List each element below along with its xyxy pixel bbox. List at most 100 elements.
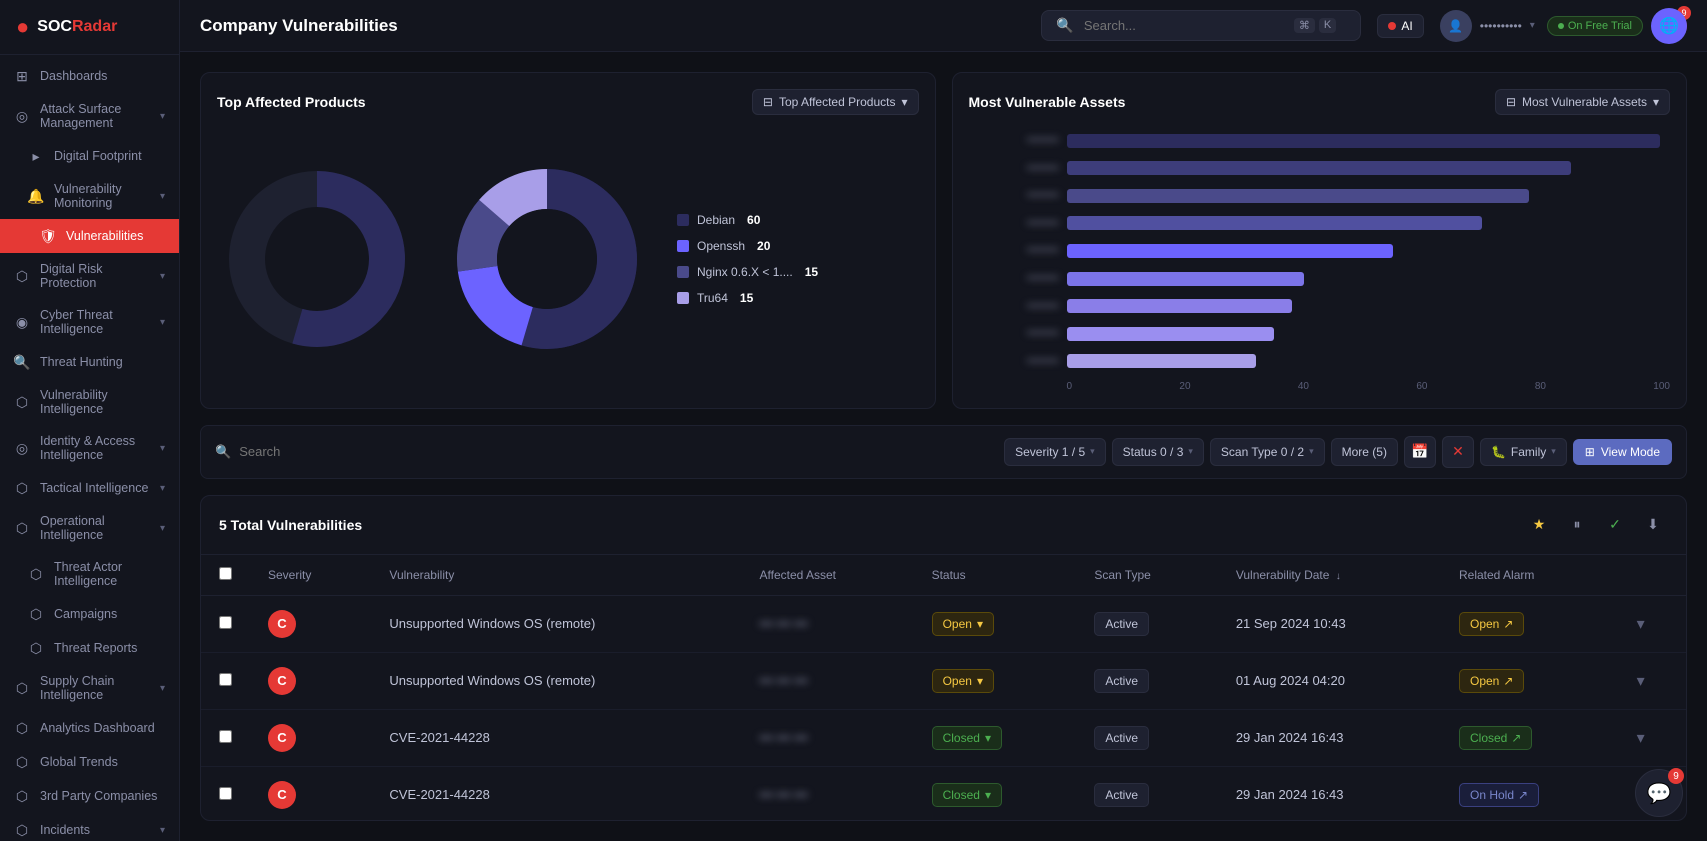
bar-filter-icon: ⊟ bbox=[1506, 95, 1516, 109]
chat-icon: 💬 bbox=[1647, 781, 1672, 806]
sidebar-item-global-trends[interactable]: ⬡ Global Trends bbox=[0, 745, 179, 779]
search-icon: 🔍 bbox=[1056, 17, 1073, 34]
sidebar-item-threat-reports[interactable]: ⬡ Threat Reports bbox=[0, 631, 179, 665]
page-title: Company Vulnerabilities bbox=[200, 16, 1025, 36]
scan-type-badge-2: Active bbox=[1094, 669, 1149, 693]
sidebar-label-threat-actor: Threat Actor Intelligence bbox=[54, 560, 165, 588]
bar-row-2: ••••••••• bbox=[969, 161, 1661, 175]
chat-fab[interactable]: 💬 9 bbox=[1635, 769, 1683, 817]
sidebar-item-analytics[interactable]: ⬡ Analytics Dashboard bbox=[0, 711, 179, 745]
bar-filter-button[interactable]: ⊟ Most Vulnerable Assets ▾ bbox=[1495, 89, 1670, 115]
filter-search-input[interactable] bbox=[239, 444, 994, 459]
scan-type-filter-btn[interactable]: Scan Type 0 / 2 ▾ bbox=[1210, 438, 1325, 466]
identity-icon: ◎ bbox=[14, 440, 30, 456]
sidebar-item-attack-surface[interactable]: ◎ Attack Surface Management ▾ bbox=[0, 93, 179, 139]
search-input[interactable] bbox=[1084, 18, 1284, 33]
sidebar-item-identity[interactable]: ◎ Identity & Access Intelligence ▾ bbox=[0, 425, 179, 471]
alarm-badge-3[interactable]: Closed ↗ bbox=[1459, 726, 1532, 750]
sidebar-item-threat-actor[interactable]: ⬡ Threat Actor Intelligence bbox=[0, 551, 179, 597]
table-header-row: Severity Vulnerability Affected Asset St… bbox=[201, 555, 1686, 596]
alarm-link-icon-1: ↗ bbox=[1503, 617, 1513, 631]
bar-fill-4 bbox=[1067, 216, 1482, 230]
th-related-alarm: Related Alarm bbox=[1441, 555, 1619, 596]
table-row: C Unsupported Windows OS (remote) ••• ••… bbox=[201, 652, 1686, 709]
row-checkbox-3[interactable] bbox=[219, 730, 232, 743]
bar-track-4 bbox=[1067, 216, 1661, 230]
calendar-icon-btn[interactable]: 📅 bbox=[1404, 436, 1436, 468]
td-scan-type-1: Active bbox=[1076, 595, 1217, 652]
filter-icon: ⊟ bbox=[763, 95, 773, 109]
donut-area: Debian 60 Openssh 20 Nginx 0.6.X < 1....… bbox=[217, 127, 919, 392]
donut-chart-svg bbox=[217, 159, 417, 359]
legend-label-tru64: Tru64 bbox=[697, 291, 728, 305]
ai-button[interactable]: AI bbox=[1377, 14, 1423, 38]
bar-label-5: ••••••••• bbox=[969, 245, 1059, 256]
td-checkbox-4 bbox=[201, 766, 250, 821]
row-checkbox-4[interactable] bbox=[219, 787, 232, 800]
donut-hole bbox=[497, 209, 597, 309]
td-vulnerability-3: CVE-2021-44228 bbox=[371, 709, 741, 766]
user-area[interactable]: 👤 •••••••••• ▾ bbox=[1440, 10, 1535, 42]
th-expand bbox=[1619, 555, 1686, 596]
global-search-bar[interactable]: 🔍 ⌘ K bbox=[1041, 10, 1361, 41]
table-row: C CVE-2021-44228 ••• ••• ••• Closed ▾ Ac… bbox=[201, 766, 1686, 821]
sidebar-item-digital-footprint[interactable]: ▸ Digital Footprint bbox=[0, 139, 179, 173]
alarm-badge-1[interactable]: Open ↗ bbox=[1459, 612, 1524, 636]
family-filter-btn[interactable]: 🐛 Family ▾ bbox=[1480, 438, 1567, 466]
bar-label-2: ••••••••• bbox=[969, 163, 1059, 174]
sidebar-item-threat-hunting[interactable]: 🔍 Threat Hunting bbox=[0, 345, 179, 379]
table-action-1[interactable]: ★ bbox=[1524, 510, 1554, 540]
filter-search-icon: 🔍 bbox=[215, 444, 231, 460]
td-scan-type-4: Active bbox=[1076, 766, 1217, 821]
expand-btn-1[interactable]: ▾ bbox=[1637, 616, 1645, 633]
status-badge-open-1[interactable]: Open ▾ bbox=[932, 612, 994, 636]
expand-btn-3[interactable]: ▾ bbox=[1637, 730, 1645, 747]
more-filter-btn[interactable]: More (5) bbox=[1331, 438, 1398, 466]
bar-row-9: ••••••••• bbox=[969, 354, 1661, 368]
select-all-checkbox[interactable] bbox=[219, 567, 232, 580]
bar-label-9: ••••••••• bbox=[969, 356, 1059, 367]
sidebar-item-campaigns[interactable]: ⬡ Campaigns bbox=[0, 597, 179, 631]
sidebar-item-3rd-party[interactable]: ⬡ 3rd Party Companies bbox=[0, 779, 179, 813]
sidebar-item-incidents[interactable]: ⬡ Incidents ▾ bbox=[0, 813, 179, 841]
severity-filter-btn[interactable]: Severity 1 / 5 ▾ bbox=[1004, 438, 1106, 466]
filter-search[interactable]: 🔍 bbox=[215, 444, 994, 460]
sidebar-item-vulnerabilities[interactable]: 🛡 Vulnerabilities bbox=[0, 219, 179, 253]
sidebar-item-vuln-monitoring[interactable]: 🔔 Vulnerability Monitoring ▾ bbox=[0, 173, 179, 219]
status-badge-closed-4[interactable]: Closed ▾ bbox=[932, 783, 1002, 807]
sidebar-item-cyber-threat[interactable]: ◉ Cyber Threat Intelligence ▾ bbox=[0, 299, 179, 345]
status-badge-closed-3[interactable]: Closed ▾ bbox=[932, 726, 1002, 750]
main-content: Top Affected Products ⊟ Top Affected Pro… bbox=[180, 52, 1707, 841]
donut-filter-button[interactable]: ⊟ Top Affected Products ▾ bbox=[752, 89, 919, 115]
status-badge-open-2[interactable]: Open ▾ bbox=[932, 669, 994, 693]
sidebar-item-operational[interactable]: ⬡ Operational Intelligence ▾ bbox=[0, 505, 179, 551]
bar-row-8: ••••••••• bbox=[969, 327, 1661, 341]
alarm-badge-4[interactable]: On Hold ↗ bbox=[1459, 783, 1539, 807]
table-action-download[interactable]: ⬇ bbox=[1638, 510, 1668, 540]
td-date-1: 21 Sep 2024 10:43 bbox=[1218, 595, 1441, 652]
sidebar-item-tactical[interactable]: ⬡ Tactical Intelligence ▾ bbox=[0, 471, 179, 505]
view-mode-btn[interactable]: ⊞ View Mode bbox=[1573, 439, 1672, 465]
row-checkbox-2[interactable] bbox=[219, 673, 232, 686]
table-action-pause[interactable]: ⏸ bbox=[1562, 510, 1592, 540]
status-filter-btn[interactable]: Status 0 / 3 ▾ bbox=[1112, 438, 1204, 466]
charts-row: Top Affected Products ⊟ Top Affected Pro… bbox=[200, 72, 1687, 409]
sidebar-item-vuln-intel[interactable]: ⬡ Vulnerability Intelligence bbox=[0, 379, 179, 425]
legend-item-tru64: Tru64 15 bbox=[677, 291, 818, 305]
sidebar-label-threat-reports: Threat Reports bbox=[54, 641, 137, 655]
alarm-link-icon-3: ↗ bbox=[1511, 731, 1521, 745]
table-action-check[interactable]: ✓ bbox=[1600, 510, 1630, 540]
sidebar-item-digital-risk[interactable]: ⬡ Digital Risk Protection ▾ bbox=[0, 253, 179, 299]
th-vuln-date: Vulnerability Date ↓ bbox=[1218, 555, 1441, 596]
bar-row-1: ••••••••• bbox=[969, 134, 1661, 148]
clear-filter-btn[interactable]: ✕ bbox=[1442, 436, 1474, 468]
globe-icon: 🌐 bbox=[1659, 16, 1679, 36]
alarm-badge-2[interactable]: Open ↗ bbox=[1459, 669, 1524, 693]
th-vulnerability: Vulnerability bbox=[371, 555, 741, 596]
digital-risk-icon: ⬡ bbox=[14, 268, 30, 284]
expand-btn-2[interactable]: ▾ bbox=[1637, 673, 1645, 690]
sidebar-item-supply-chain[interactable]: ⬡ Supply Chain Intelligence ▾ bbox=[0, 665, 179, 711]
sidebar-item-dashboards[interactable]: ⊞ Dashboards bbox=[0, 59, 179, 93]
row-checkbox-1[interactable] bbox=[219, 616, 232, 629]
globe-fab[interactable]: 🌐 bbox=[1651, 8, 1687, 44]
